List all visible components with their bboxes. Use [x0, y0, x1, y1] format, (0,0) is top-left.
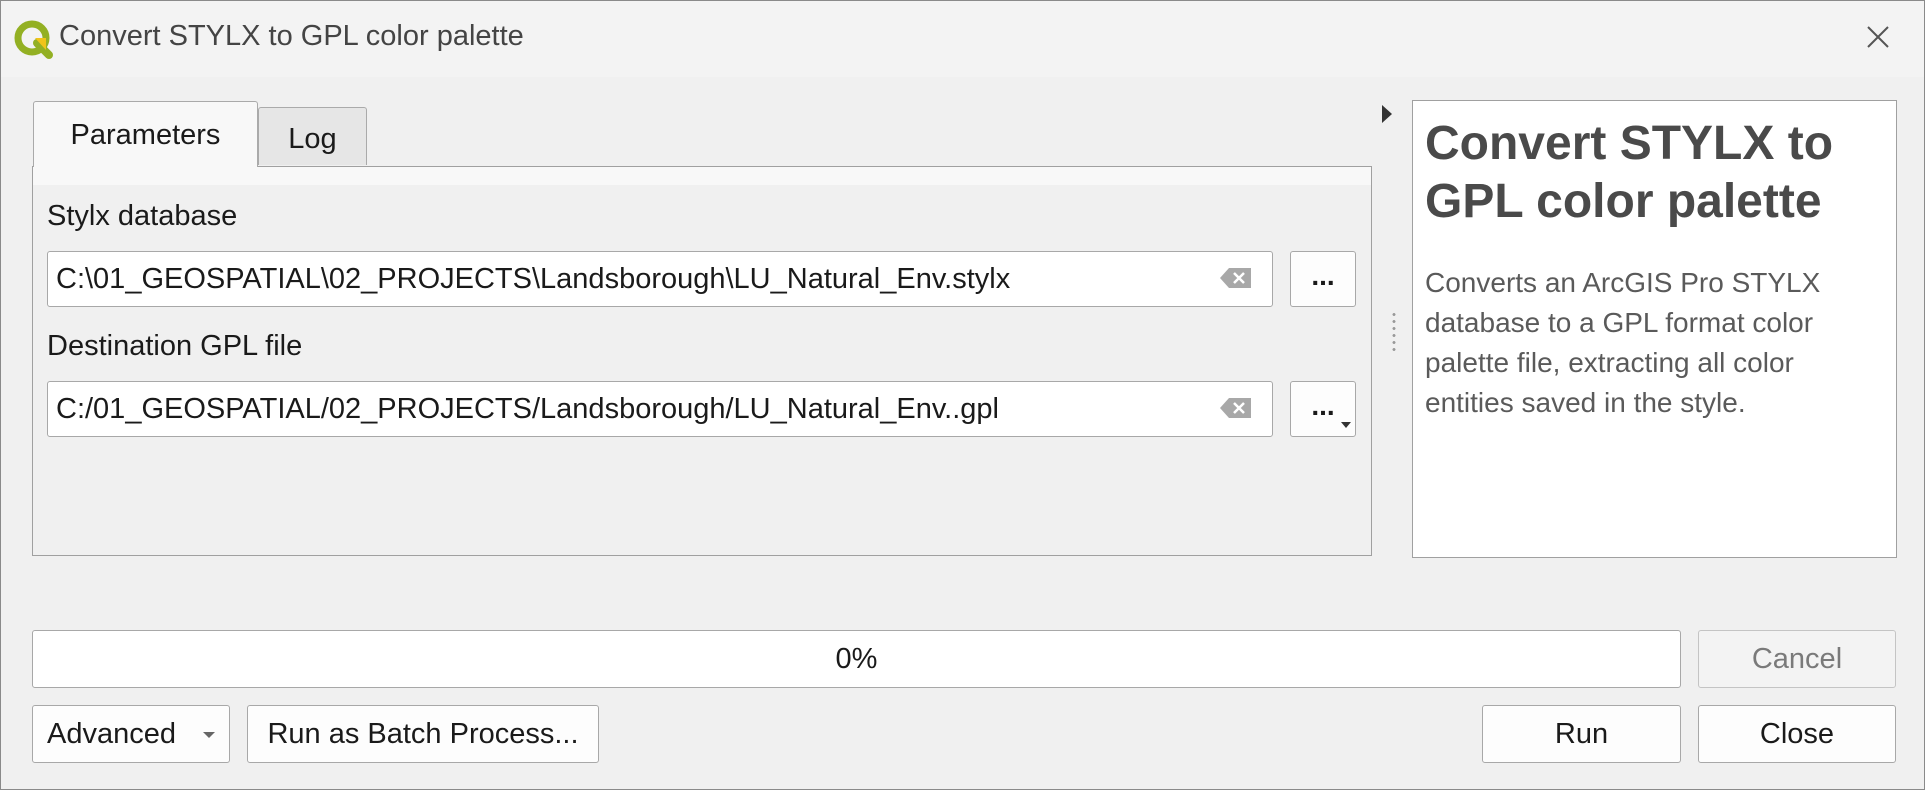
gpl-browse-label: ... [1311, 390, 1335, 421]
stylx-database-label: Stylx database [47, 200, 238, 232]
help-title: Convert STYLX to GPL color palette [1425, 117, 1834, 228]
dialog-window: Convert STYLX to GPL color palette Param… [0, 0, 1925, 790]
panel-top-strip [33, 167, 1371, 185]
stylx-browse-button[interactable]: ... [1290, 251, 1356, 307]
destination-gpl-label: Destination GPL file [47, 330, 303, 362]
destination-gpl-value: C:/01_GEOSPATIAL/02_PROJECTS/Landsboroug… [56, 393, 999, 425]
destination-gpl-input[interactable]: C:/01_GEOSPATIAL/02_PROJECTS/Landsboroug… [47, 381, 1273, 437]
help-description: Converts an ArcGIS Pro STYLX database to… [1425, 267, 1821, 418]
help-panel: Convert STYLX to GPL color palette Conve… [1412, 100, 1897, 558]
stylx-database-value: C:\01_GEOSPATIAL\02_PROJECTS\Landsboroug… [56, 263, 1011, 295]
advanced-dropdown-button[interactable]: Advanced [32, 705, 230, 763]
collapse-help-arrow-icon[interactable] [1382, 105, 1392, 123]
progress-bar: 0% [32, 630, 1681, 688]
chevron-down-icon [1341, 422, 1351, 428]
title-bar: Convert STYLX to GPL color palette [1, 1, 1924, 77]
cancel-button[interactable]: Cancel [1698, 630, 1896, 688]
window-title: Convert STYLX to GPL color palette [59, 20, 524, 52]
clear-gpl-icon[interactable] [1219, 396, 1253, 420]
qgis-logo-icon [14, 20, 53, 59]
tab-parameters[interactable]: Parameters [33, 101, 258, 167]
close-icon[interactable] [1860, 19, 1896, 55]
progress-label: 0% [835, 643, 878, 675]
run-as-batch-button[interactable]: Run as Batch Process... [247, 705, 599, 763]
advanced-label: Advanced [47, 718, 176, 750]
stylx-database-input[interactable]: C:\01_GEOSPATIAL\02_PROJECTS\Landsboroug… [47, 251, 1273, 307]
tab-log[interactable]: Log [258, 107, 367, 165]
close-button[interactable]: Close [1698, 705, 1896, 763]
clear-stylx-icon[interactable] [1219, 266, 1253, 290]
splitter-handle[interactable] [1392, 311, 1396, 353]
gpl-browse-button[interactable]: ... [1290, 381, 1356, 437]
run-button[interactable]: Run [1482, 705, 1681, 763]
parameters-panel: Stylx database C:\01_GEOSPATIAL\02_PROJE… [32, 166, 1372, 556]
chevron-down-icon [203, 732, 215, 738]
